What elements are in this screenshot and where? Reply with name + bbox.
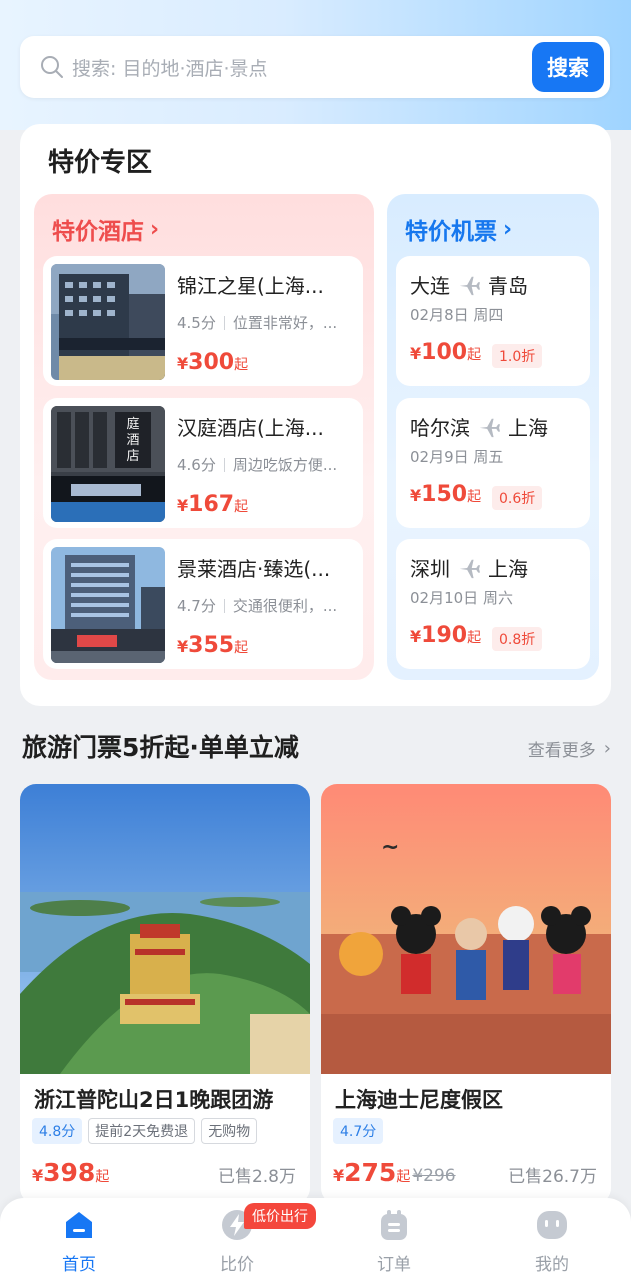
hotel-price: ¥167起 bbox=[177, 492, 249, 517]
hotel-meta: 4.7分 交通很便利，... bbox=[177, 595, 357, 616]
hotel-name: 锦江之星(上海... bbox=[177, 274, 324, 298]
plane-icon bbox=[479, 418, 500, 437]
hotel-score: 4.6分 bbox=[177, 456, 216, 474]
hotel-meta: 4.5分 位置非常好，... bbox=[177, 312, 357, 333]
ticket-card[interactable]: ~ 上海迪士尼度假区 4.7分 ¥275起 ¥296 已售26.7万 bbox=[321, 784, 611, 1204]
ticket-image: ~ bbox=[321, 784, 611, 1074]
ticket-sold-count: 已售2.8万 bbox=[217, 1167, 296, 1187]
tab-label: 比价 bbox=[220, 1255, 254, 1275]
ticket-score: 4.8分 bbox=[32, 1118, 83, 1144]
hotel-name: 汉庭酒店(上海... bbox=[177, 416, 324, 440]
search-bar[interactable]: 搜索: 目的地·酒店·景点 搜索 bbox=[20, 36, 610, 98]
search-input[interactable]: 搜索: 目的地·酒店·景点 bbox=[72, 54, 268, 81]
tab-profile[interactable]: 我的 bbox=[502, 1208, 602, 1278]
hotel-score: 4.5分 bbox=[177, 314, 216, 332]
hotel-image: 庭 酒 店 bbox=[51, 406, 165, 522]
original-price: ¥296 bbox=[412, 1166, 456, 1186]
hotel-review: 位置非常好，... bbox=[232, 314, 338, 332]
deals-title: 特价专区 bbox=[48, 148, 153, 178]
flight-date: 02月8日 周四 bbox=[410, 306, 504, 324]
search-button[interactable]: 搜索 bbox=[532, 42, 604, 92]
flight-price: ¥190起 bbox=[410, 623, 482, 648]
flight-price: ¥100起 bbox=[410, 340, 482, 365]
flight-date: 02月10日 周六 bbox=[410, 589, 513, 607]
tab-label: 订单 bbox=[377, 1255, 411, 1275]
order-icon bbox=[381, 1210, 407, 1240]
ticket-tags: 4.7分 bbox=[333, 1118, 384, 1144]
chevron-right-icon: › bbox=[603, 738, 611, 759]
svg-text:~: ~ bbox=[381, 835, 399, 860]
flight-deals-panel: 特价机票 › 大连 青岛 02月8日 周四 ¥100起 1.0折 哈尔滨 上海 … bbox=[387, 194, 599, 680]
ticket-name: 浙江普陀山2日1晚跟团游 bbox=[34, 1088, 274, 1112]
hotel-review: 交通很便利，... bbox=[232, 597, 338, 615]
ticket-name: 上海迪士尼度假区 bbox=[335, 1088, 503, 1112]
flight-to: 青岛 bbox=[488, 274, 528, 298]
plane-icon bbox=[459, 559, 480, 578]
flight-deals-label: 特价机票 bbox=[405, 219, 497, 245]
svg-text:庭: 庭 bbox=[126, 416, 139, 432]
ticket-tags: 4.8分 提前2天免费退 无购物 bbox=[32, 1118, 258, 1144]
hotel-score: 4.7分 bbox=[177, 597, 216, 615]
plane-icon bbox=[459, 276, 480, 295]
flight-route: 哈尔滨 上海 bbox=[410, 412, 548, 441]
tab-orders[interactable]: 订单 bbox=[344, 1208, 444, 1278]
flight-deals-link[interactable]: 特价机票 › bbox=[405, 212, 512, 246]
flight-from: 深圳 bbox=[410, 557, 450, 581]
ticket-tag: 无购物 bbox=[201, 1118, 258, 1144]
deals-section: 特价专区 特价酒店 › 锦江之星(上海... 4.5分 位置非常好，... ¥3… bbox=[20, 124, 611, 706]
hotel-image bbox=[51, 547, 165, 663]
discount-badge: 0.8折 bbox=[492, 627, 543, 651]
tab-label: 我的 bbox=[535, 1255, 569, 1275]
hotel-image bbox=[51, 264, 165, 380]
chevron-right-icon: › bbox=[150, 216, 160, 242]
hotel-card[interactable]: 锦江之星(上海... 4.5分 位置非常好，... ¥300起 bbox=[43, 256, 363, 386]
ticket-card[interactable]: 浙江普陀山2日1晚跟团游 4.8分 提前2天免费退 无购物 ¥398起 已售2.… bbox=[20, 784, 310, 1204]
ticket-tag: 提前2天免费退 bbox=[88, 1118, 196, 1144]
view-more-label: 查看更多 bbox=[527, 741, 596, 761]
hotel-card[interactable]: 景莱酒店·臻选(... 4.7分 交通很便利，... ¥355起 bbox=[43, 539, 363, 669]
discount-badge: 0.6折 bbox=[492, 486, 543, 510]
chevron-right-icon: › bbox=[503, 216, 513, 242]
hotel-review: 周边吃饭方便... bbox=[232, 456, 338, 474]
ticket-score: 4.7分 bbox=[333, 1118, 384, 1144]
hotel-deals-link[interactable]: 特价酒店 › bbox=[52, 212, 159, 246]
hotel-price: ¥355起 bbox=[177, 633, 249, 658]
profile-icon bbox=[537, 1211, 567, 1239]
hotel-deals-label: 特价酒店 bbox=[52, 219, 144, 245]
flight-from: 大连 bbox=[410, 274, 450, 298]
ticket-price: ¥275起 ¥296 bbox=[333, 1158, 456, 1187]
flight-to: 上海 bbox=[508, 416, 548, 440]
search-icon bbox=[41, 56, 63, 78]
discount-badge: 1.0折 bbox=[492, 344, 543, 368]
flight-to: 上海 bbox=[488, 557, 528, 581]
tickets-section-title: 旅游门票5折起·单单立减 bbox=[22, 733, 299, 762]
low-price-badge: 低价出行 bbox=[244, 1203, 316, 1229]
view-more-link[interactable]: 查看更多 › bbox=[528, 736, 611, 761]
hotel-deals-panel: 特价酒店 › 锦江之星(上海... 4.5分 位置非常好，... ¥300起 庭… bbox=[34, 194, 374, 680]
ticket-sold-count: 已售26.7万 bbox=[508, 1167, 597, 1187]
tab-label: 首页 bbox=[62, 1255, 96, 1275]
home-icon bbox=[66, 1212, 92, 1238]
flight-card[interactable]: 深圳 上海 02月10日 周六 ¥190起 0.8折 bbox=[396, 539, 590, 669]
flight-card[interactable]: 大连 青岛 02月8日 周四 ¥100起 1.0折 bbox=[396, 256, 590, 386]
ticket-price: ¥398起 bbox=[32, 1158, 110, 1187]
hotel-meta: 4.6分 周边吃饭方便... bbox=[177, 454, 357, 475]
svg-text:店: 店 bbox=[126, 449, 139, 464]
ticket-image bbox=[20, 784, 310, 1074]
hotel-price: ¥300起 bbox=[177, 350, 249, 375]
flight-date: 02月9日 周五 bbox=[410, 448, 504, 466]
tab-home[interactable]: 首页 bbox=[29, 1208, 129, 1278]
svg-text:酒: 酒 bbox=[126, 433, 139, 448]
flight-price: ¥150起 bbox=[410, 482, 482, 507]
flight-route: 深圳 上海 bbox=[410, 553, 528, 582]
hotel-name: 景莱酒店·臻选(... bbox=[177, 557, 331, 581]
flight-from: 哈尔滨 bbox=[410, 416, 470, 440]
flight-route: 大连 青岛 bbox=[410, 270, 528, 299]
hotel-card[interactable]: 庭 酒 店 汉庭酒店(上海... 4.6分 周边吃饭方便... ¥167起 bbox=[43, 398, 363, 528]
flight-card[interactable]: 哈尔滨 上海 02月9日 周五 ¥150起 0.6折 bbox=[396, 398, 590, 528]
